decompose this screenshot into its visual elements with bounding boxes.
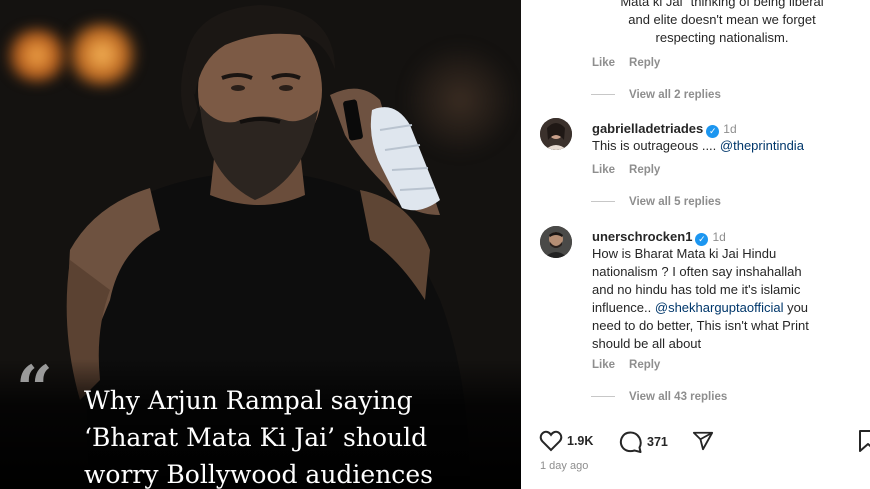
comment-actions: Like Reply <box>592 359 674 371</box>
comment-text: you <box>783 300 809 315</box>
comment-text: respecting nationalism. <box>655 30 789 45</box>
save-button[interactable] <box>858 430 870 452</box>
comment-text: How is Bharat Mata ki Jai Hindu <box>592 246 777 261</box>
view-replies-link[interactable]: View all 43 replies <box>629 391 727 403</box>
post-headline: Why Arjun Rampal saying ‘Bharat Mata Ki … <box>84 382 514 489</box>
comment-icon <box>619 431 642 453</box>
comment-button[interactable]: 371 <box>619 430 668 454</box>
mention-link[interactable]: @shekharguptaofficial <box>655 300 784 315</box>
headline-line: Why Arjun Rampal saying <box>84 386 413 415</box>
comment-username[interactable]: unerschrocken1 <box>592 229 692 244</box>
comment-actions: Like Reply <box>592 57 674 69</box>
quote-icon: “ <box>16 352 53 427</box>
comment-text: need to do better, This isn't what Print <box>592 318 809 333</box>
comment-text-body: This is outrageous .... <box>592 138 720 153</box>
headline-line: worry Bollywood audiences <box>84 460 433 489</box>
like-link[interactable]: Like <box>592 359 615 371</box>
comment-body: How is Bharat Mata ki Jai Hindu national… <box>592 245 867 353</box>
heart-icon <box>539 430 563 452</box>
avatar[interactable] <box>540 118 572 150</box>
reply-link[interactable]: Reply <box>629 164 660 176</box>
reply-link[interactable]: Reply <box>629 57 660 69</box>
comment-text: Mata ki Jai" thinking of being liberal <box>620 0 824 9</box>
comments-panel[interactable]: Mata ki Jai" thinking of being liberal a… <box>521 0 870 489</box>
share-button[interactable] <box>692 430 714 452</box>
comment-text: influence.. <box>592 300 655 315</box>
like-link[interactable]: Like <box>592 164 615 176</box>
headline-line: ‘Bharat Mata Ki Jai’ should <box>84 423 428 452</box>
comment-header: gabrielladetriades ✓ 1d <box>592 120 737 138</box>
comment-username[interactable]: gabrielladetriades <box>592 121 703 136</box>
comment-text: This is outrageous .... @theprintindia <box>592 137 804 155</box>
comments-count: 371 <box>647 435 668 449</box>
comment-actions: Like Reply <box>592 164 674 176</box>
avatar[interactable] <box>540 226 572 258</box>
post-image[interactable]: “ Why Arjun Rampal saying ‘Bharat Mata K… <box>0 0 521 489</box>
like-button[interactable]: 1.9K <box>539 430 593 452</box>
post-actions-bar: 1.9K 371 1 day ago <box>521 424 870 489</box>
share-icon <box>692 431 714 451</box>
comment-time: 1d <box>723 122 737 136</box>
view-replies-link[interactable]: View all 5 replies <box>629 196 721 208</box>
view-replies-link[interactable]: View all 2 replies <box>629 89 721 101</box>
bookmark-icon <box>859 430 870 452</box>
like-link[interactable]: Like <box>592 57 615 69</box>
comment-text: should be all about <box>592 336 702 351</box>
comment-text: nationalism ? I often say inshahallah <box>592 264 802 279</box>
avatar-photo <box>540 226 572 258</box>
comment-text-line: influence.. @shekharguptaofficial you <box>592 299 867 317</box>
comment-time: 1d <box>712 230 726 244</box>
likes-count: 1.9K <box>567 434 594 448</box>
comment-body-truncated: Mata ki Jai" thinking of being liberal a… <box>582 0 862 47</box>
comment-text: and no hindu has told me it's islamic <box>592 282 801 297</box>
mention-link[interactable]: @theprintindia <box>720 138 804 153</box>
comment-text: and elite doesn't mean we forget <box>628 12 816 27</box>
post-timestamp: 1 day ago <box>540 460 589 472</box>
comment-header: unerschrocken1 ✓ 1d <box>592 228 726 246</box>
avatar-photo <box>540 118 572 150</box>
reply-link[interactable]: Reply <box>629 359 660 371</box>
